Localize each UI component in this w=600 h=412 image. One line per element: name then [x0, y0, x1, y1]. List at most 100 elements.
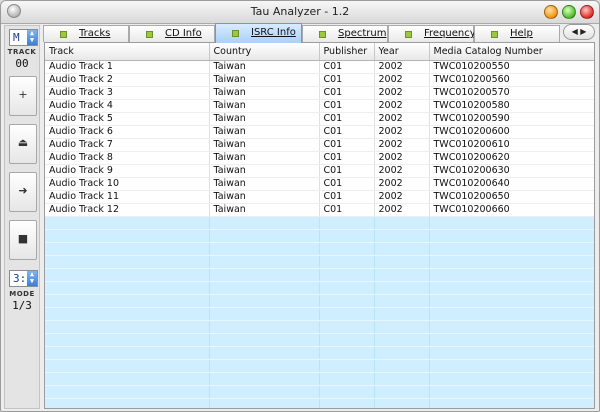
empty-cell	[45, 281, 210, 295]
empty-table-row	[45, 242, 594, 256]
empty-table-row	[45, 294, 594, 308]
empty-table-row	[45, 333, 594, 347]
table-cell: 2002	[374, 99, 430, 113]
empty-cell	[429, 216, 594, 230]
table-cell: 2002	[374, 151, 430, 165]
eject-button[interactable]: ⏏	[9, 124, 37, 164]
empty-cell	[374, 268, 430, 282]
page-select[interactable]: 3: ▲ ▼	[9, 270, 38, 287]
empty-cell	[429, 242, 594, 256]
table-cell: C01	[319, 138, 375, 152]
empty-cell	[45, 255, 210, 269]
plus-icon: +	[18, 88, 28, 101]
empty-table-row	[45, 385, 594, 399]
column-header-publisher[interactable]: Publisher	[319, 43, 375, 61]
table-cell: Audio Track 10	[45, 177, 210, 191]
table-cell: C01	[319, 73, 375, 87]
table-cell: Audio Track 3	[45, 86, 210, 100]
empty-cell	[209, 372, 320, 386]
empty-cell	[374, 372, 430, 386]
close-button[interactable]	[580, 5, 594, 19]
table-row[interactable]: Audio Track 9 Taiwan C01 2002 TWC010200630	[45, 164, 594, 178]
table-cell: Taiwan	[209, 73, 320, 87]
empty-cell	[209, 229, 320, 243]
table-row[interactable]: Audio Track 2 Taiwan C01 2002 TWC010200560	[45, 73, 594, 87]
mode-label: MODE	[9, 290, 35, 298]
empty-cell	[319, 320, 375, 334]
updown-arrows-icon[interactable]: ▲ ▼	[27, 271, 37, 286]
empty-cell	[319, 372, 375, 386]
minimize-button[interactable]	[544, 5, 558, 19]
table-cell: Audio Track 4	[45, 99, 210, 113]
tab-tracks[interactable]: Tracks	[43, 25, 129, 42]
mode-select[interactable]: M ▲ ▼	[9, 29, 38, 46]
tab-frequency[interactable]: Frequency	[388, 25, 476, 42]
table-cell: Taiwan	[209, 151, 320, 165]
empty-cell	[319, 359, 375, 373]
empty-cell	[429, 307, 594, 321]
tab-bar: Tracks CD Info ISRC Info Spectrum Freque…	[43, 23, 598, 43]
column-header-media-catalog-number[interactable]: Media Catalog Number	[429, 43, 594, 61]
table-row[interactable]: Audio Track 10 Taiwan C01 2002 TWC010200640	[45, 177, 594, 191]
empty-cell	[209, 307, 320, 321]
table-row[interactable]: Audio Track 7 Taiwan C01 2002 TWC010200610	[45, 138, 594, 152]
table-cell: Audio Track 6	[45, 125, 210, 139]
table-row[interactable]: Audio Track 5 Taiwan C01 2002 TWC010200590	[45, 112, 594, 126]
table-cell: TWC010200620	[429, 151, 594, 165]
empty-cell	[374, 294, 430, 308]
empty-cell	[45, 346, 210, 360]
table-row[interactable]: Audio Track 11 Taiwan C01 2002 TWC010200650	[45, 190, 594, 204]
next-button[interactable]: ➜	[9, 172, 37, 212]
table-cell: 2002	[374, 190, 430, 204]
tab-help[interactable]: Help	[474, 25, 560, 42]
column-header-track[interactable]: Track	[45, 43, 210, 61]
tab-spectrum[interactable]: Spectrum	[302, 25, 388, 42]
maximize-button[interactable]	[562, 5, 576, 19]
table-cell: C01	[319, 177, 375, 191]
empty-cell	[319, 346, 375, 360]
column-header-year[interactable]: Year	[374, 43, 430, 61]
title-bar[interactable]: Tau Analyzer - 1.2	[1, 1, 599, 24]
table-cell: Taiwan	[209, 60, 320, 74]
table-cell: C01	[319, 86, 375, 100]
tab-scroll-buttons[interactable]: ◀ ▶	[563, 24, 595, 40]
table-cell: 2002	[374, 125, 430, 139]
table-cell: C01	[319, 151, 375, 165]
empty-cell	[319, 333, 375, 347]
empty-cell	[319, 255, 375, 269]
empty-cell	[209, 268, 320, 282]
empty-cell	[374, 255, 430, 269]
table-row[interactable]: Audio Track 8 Taiwan C01 2002 TWC010200620	[45, 151, 594, 165]
empty-cell	[209, 385, 320, 399]
table-cell: Taiwan	[209, 86, 320, 100]
chevron-left-icon[interactable]: ◀	[572, 27, 578, 36]
table-row[interactable]: Audio Track 4 Taiwan C01 2002 TWC010200580	[45, 99, 594, 113]
tab-cd-info[interactable]: CD Info	[129, 25, 215, 42]
table-row[interactable]: Audio Track 3 Taiwan C01 2002 TWC010200570	[45, 86, 594, 100]
table-row[interactable]: Audio Track 12 Taiwan C01 2002 TWC010200660	[45, 203, 594, 217]
table-row[interactable]: Audio Track 1 Taiwan C01 2002 TWC010200550	[45, 60, 594, 74]
chevron-right-icon[interactable]: ▶	[580, 27, 586, 36]
empty-cell	[45, 307, 210, 321]
empty-cell	[429, 359, 594, 373]
table-row[interactable]: Audio Track 6 Taiwan C01 2002 TWC010200600	[45, 125, 594, 139]
empty-cell	[209, 359, 320, 373]
table-cell: 2002	[374, 86, 430, 100]
table-cell: Audio Track 12	[45, 203, 210, 217]
stop-button[interactable]: ■	[9, 220, 37, 260]
empty-cell	[374, 359, 430, 373]
add-button[interactable]: +	[9, 76, 37, 116]
tab-isrc-info[interactable]: ISRC Info	[215, 23, 302, 43]
table-cell: Taiwan	[209, 177, 320, 191]
column-header-country[interactable]: Country	[209, 43, 320, 61]
table-cell: Taiwan	[209, 99, 320, 113]
empty-cell	[45, 242, 210, 256]
table-cell: Taiwan	[209, 138, 320, 152]
table-cell: TWC010200640	[429, 177, 594, 191]
updown-arrows-icon[interactable]: ▲ ▼	[27, 30, 37, 45]
empty-cell	[209, 242, 320, 256]
table-cell: 2002	[374, 164, 430, 178]
table-cell: Audio Track 7	[45, 138, 210, 152]
empty-cell	[209, 255, 320, 269]
page-select-value: 3:	[13, 272, 27, 285]
